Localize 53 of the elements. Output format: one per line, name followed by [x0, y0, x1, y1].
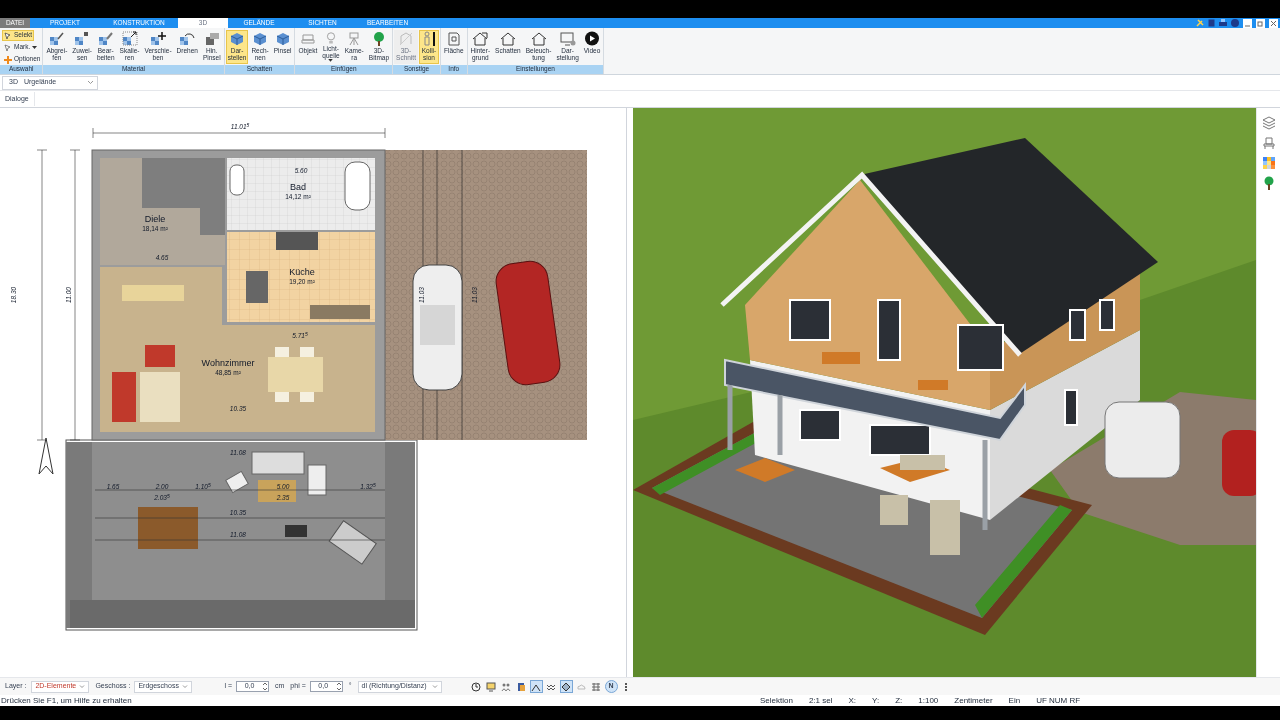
status-hint: Drücken Sie F1, um Hilfe zu erhalten — [0, 696, 133, 705]
clock-icon — [471, 681, 482, 692]
status-field: Ein — [1008, 696, 1021, 705]
caret-icon — [32, 45, 38, 50]
toolbar-button[interactable] — [469, 680, 483, 693]
monitor-icon — [486, 681, 497, 692]
north-arrow-icon — [38, 437, 54, 475]
material-scale-icon — [121, 31, 138, 46]
room-name: Küche — [289, 267, 315, 277]
tools-icon[interactable] — [1196, 19, 1204, 27]
material-edit-icon — [97, 31, 114, 46]
section-cut-icon — [398, 31, 414, 46]
plus-icon — [4, 55, 12, 64]
caret-icon — [328, 59, 334, 63]
caret-icon — [431, 684, 438, 689]
caret-icon — [87, 80, 94, 85]
caret-icon — [182, 684, 189, 689]
people-icon — [501, 681, 512, 692]
toolbar-button[interactable] — [529, 680, 543, 693]
document-icon[interactable] — [1208, 19, 1215, 27]
status-field: UF NUM RF — [1036, 696, 1081, 705]
printer-icon[interactable] — [1219, 19, 1227, 27]
close-icon[interactable] — [1269, 18, 1278, 28]
material-eyedropper-icon — [48, 31, 65, 46]
material-move-icon — [150, 31, 166, 46]
room-name: Bad — [290, 182, 306, 192]
cloud-icon — [576, 681, 587, 692]
furniture-icon — [299, 31, 316, 46]
room-name: Wohnzimmer — [201, 358, 255, 368]
color-palette-icon[interactable] — [1261, 156, 1276, 170]
status-field: Z: — [895, 696, 903, 705]
material-rotate-icon — [179, 31, 196, 46]
monitor-icon — [559, 31, 576, 46]
restore-icon[interactable] — [1256, 18, 1265, 28]
status-field: Y: — [872, 696, 880, 705]
status-field: 1:100 — [918, 696, 939, 705]
status-field: X: — [848, 696, 857, 705]
grid-icon — [591, 681, 602, 692]
spinner-icon[interactable] — [262, 682, 268, 691]
status-field: Selektion — [760, 696, 793, 705]
person-icon — [421, 31, 437, 46]
house-background-icon — [472, 31, 489, 46]
play-icon — [584, 31, 601, 46]
spinner-icon[interactable] — [335, 682, 342, 691]
status-field: 2:1 sel — [808, 696, 833, 705]
chair-icon[interactable] — [1261, 136, 1276, 150]
area-icon — [445, 31, 462, 46]
room-name: Diele — [144, 214, 166, 224]
caret-icon — [79, 684, 86, 689]
book-icon — [516, 681, 527, 692]
help-icon[interactable] — [1231, 19, 1239, 27]
status-field: Zentimeter — [954, 696, 993, 705]
minimize-icon[interactable] — [1243, 18, 1252, 28]
